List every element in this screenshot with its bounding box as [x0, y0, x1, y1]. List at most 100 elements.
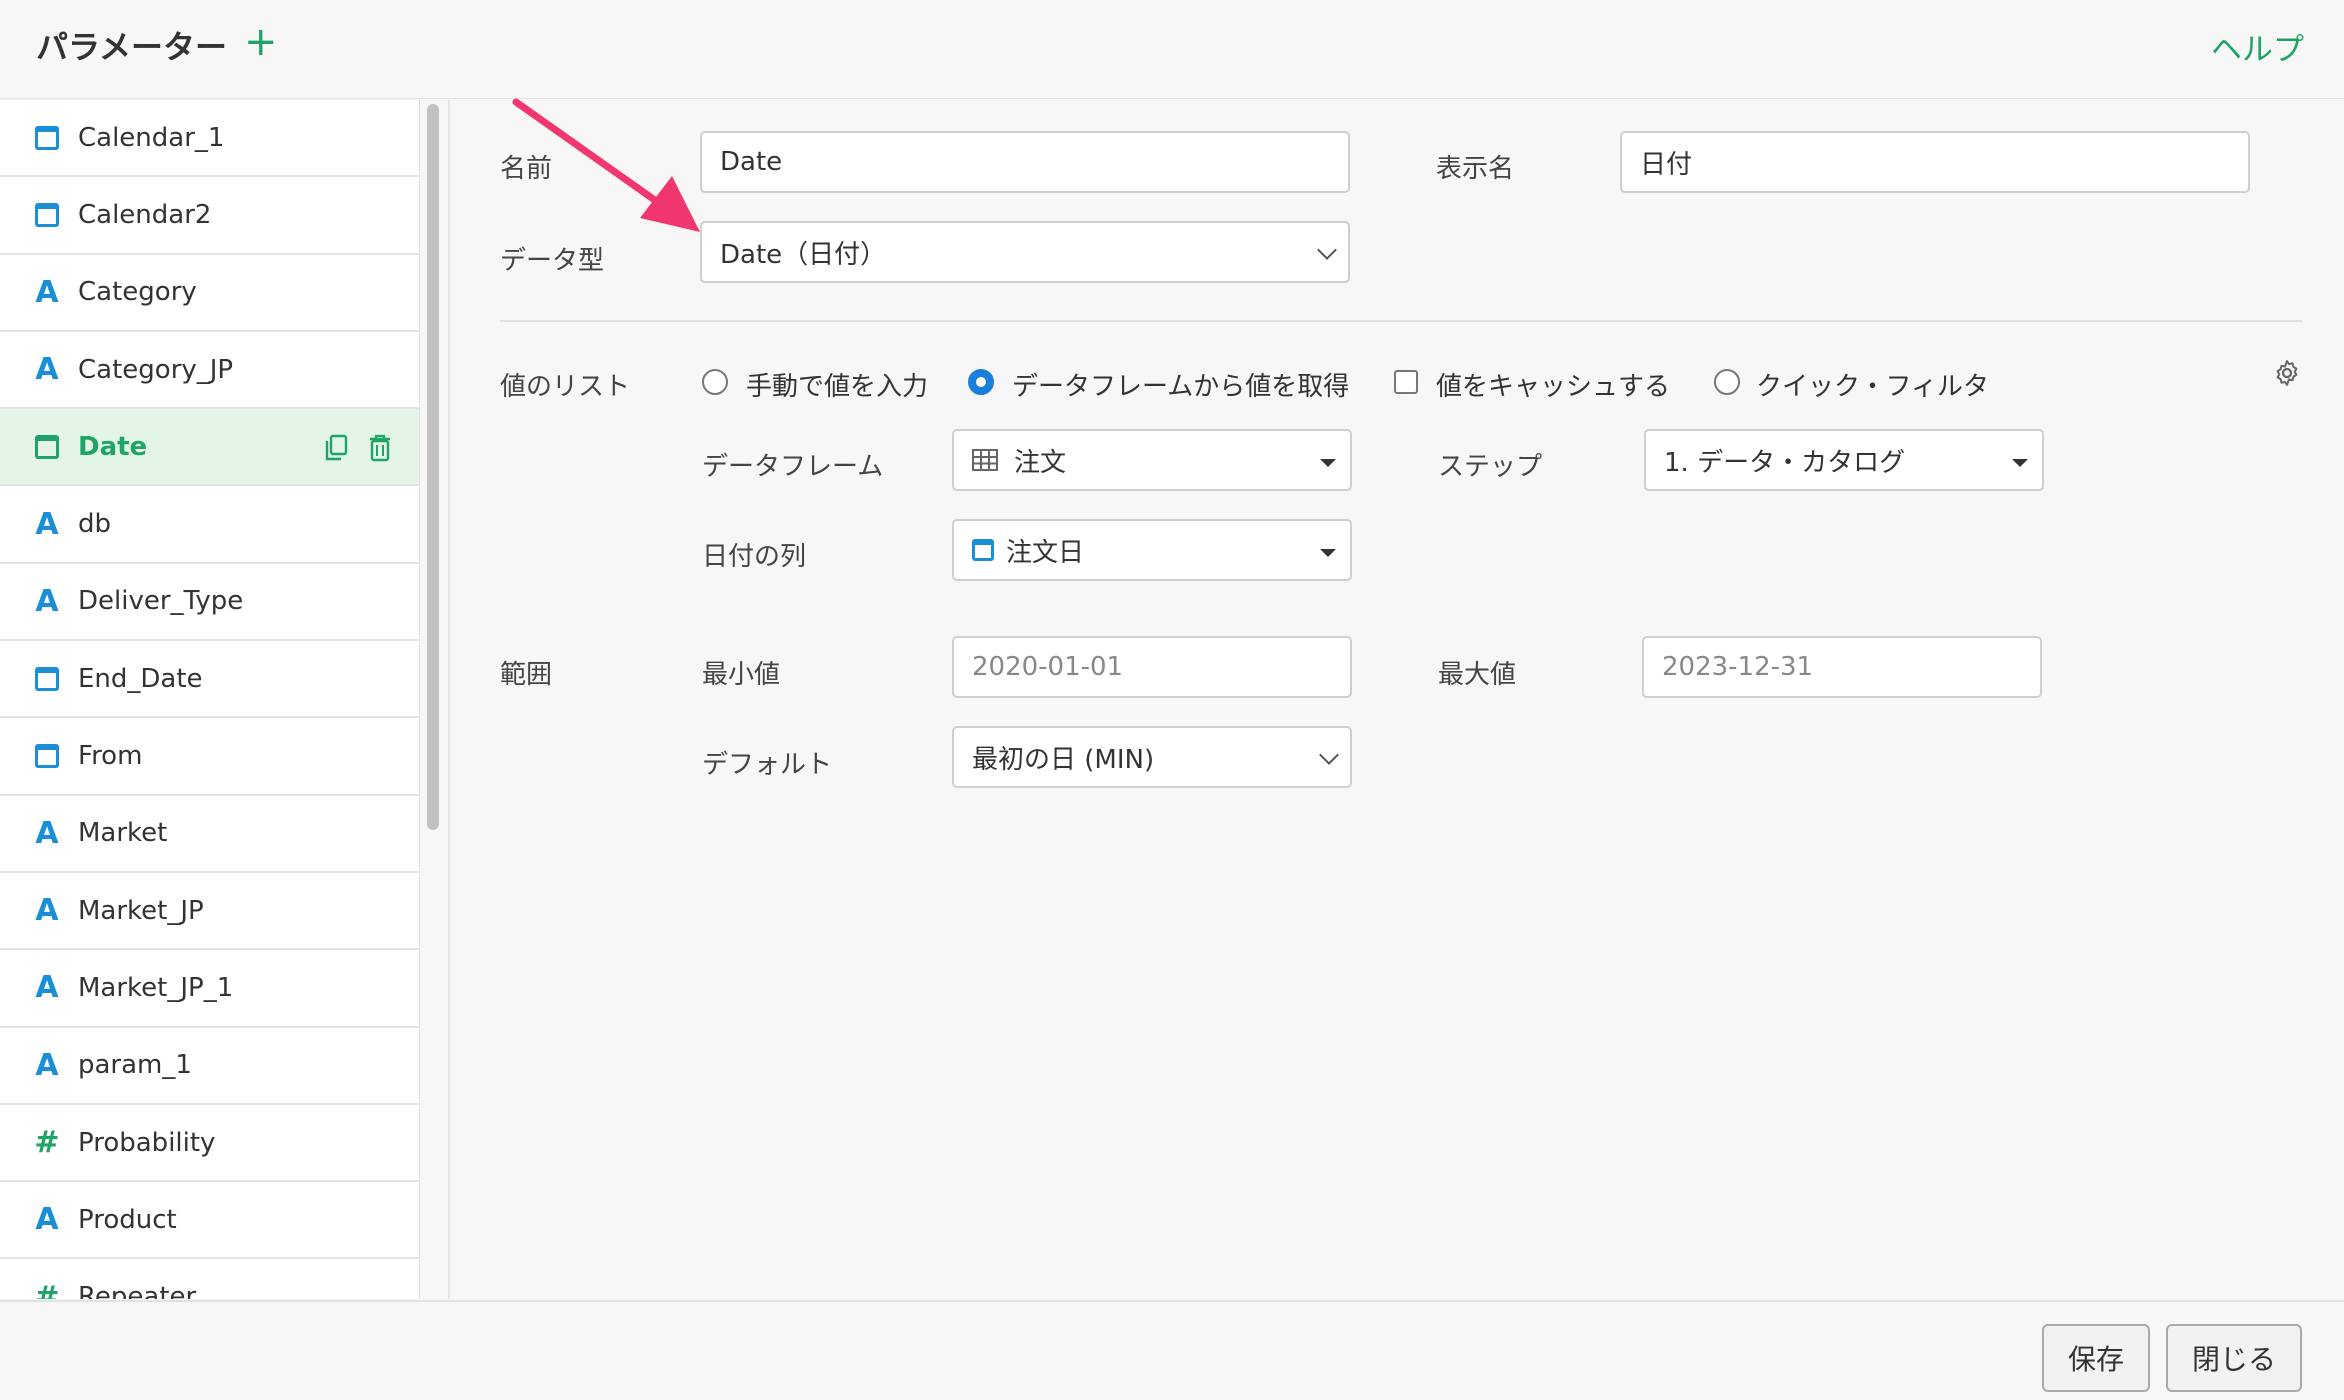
- hash-icon: #: [34, 1279, 60, 1299]
- sidebar-item-label: End_Date: [78, 663, 203, 694]
- item-actions: [323, 433, 393, 463]
- radio-quick-filter[interactable]: [1714, 369, 1740, 395]
- text-type-icon: A: [35, 815, 59, 851]
- sidebar-item[interactable]: From: [0, 718, 419, 796]
- dataframe-select[interactable]: 注文: [952, 429, 1352, 491]
- min-input-value: 2020-01-01: [972, 652, 1124, 682]
- chevron-down-icon: [1317, 240, 1337, 260]
- sidebar-item-label: Repeater: [78, 1282, 197, 1299]
- name-input-value: Date: [720, 147, 783, 177]
- sidebar-item[interactable]: A Deliver_Type: [0, 564, 419, 642]
- radio-manual[interactable]: [702, 369, 728, 395]
- text-type-icon: A: [35, 1202, 59, 1238]
- sidebar-item[interactable]: Calendar2: [0, 177, 419, 255]
- dropdown-triangle-icon: [2012, 459, 2028, 467]
- panel-divider: [448, 100, 450, 1299]
- table-icon: [972, 449, 998, 471]
- sidebar-item[interactable]: A Product: [0, 1182, 419, 1260]
- sidebar-item[interactable]: A Category: [0, 255, 419, 332]
- sidebar-item[interactable]: Calendar_1: [0, 100, 419, 178]
- display-name-input[interactable]: 日付: [1620, 131, 2250, 193]
- scrollbar-thumb[interactable]: [427, 104, 439, 830]
- cache-checkbox[interactable]: [1394, 370, 1418, 394]
- annotation-arrow: [512, 98, 700, 232]
- dropdown-triangle-icon: [1320, 549, 1336, 557]
- sidebar-item-label: Market_JP: [78, 895, 204, 926]
- trash-icon[interactable]: [367, 433, 393, 463]
- sidebar-item-label: Calendar_1: [78, 122, 225, 153]
- text-type-icon: A: [35, 352, 59, 388]
- data-type-label: データ型: [500, 246, 605, 276]
- text-type-icon: A: [35, 274, 59, 310]
- date-column-select-value: 注文日: [1006, 537, 1085, 568]
- dialog-title: パラメーター: [36, 28, 228, 66]
- range-label: 範囲: [500, 660, 553, 690]
- calendar-icon: [35, 125, 59, 150]
- sidebar-item[interactable]: # Probability: [0, 1105, 419, 1183]
- date-column-select[interactable]: 注文日: [952, 519, 1352, 581]
- save-button[interactable]: 保存: [2042, 1324, 2150, 1392]
- sidebar-item-label: Category: [78, 277, 197, 308]
- add-parameter-button[interactable]: +: [244, 18, 278, 66]
- sidebar-item[interactable]: End_Date: [0, 641, 419, 719]
- sidebar-item-label: param_1: [78, 1050, 192, 1081]
- section-divider: [500, 320, 2302, 322]
- default-label: デフォルト: [702, 750, 833, 780]
- copy-icon[interactable]: [323, 433, 349, 463]
- type-icon: [34, 201, 60, 229]
- cache-checkbox-label[interactable]: 値をキャッシュする: [1436, 366, 1670, 403]
- sidebar-item[interactable]: A Market: [0, 796, 419, 873]
- sidebar-item[interactable]: A Market_JP_1: [0, 950, 419, 1028]
- radio-from-dataframe[interactable]: [968, 369, 994, 395]
- chevron-down-icon: [1319, 745, 1339, 765]
- data-type-select[interactable]: Date（日付）: [700, 221, 1350, 283]
- sidebar-item-label: Market_JP_1: [78, 972, 234, 1003]
- type-icon: [34, 665, 60, 693]
- default-select[interactable]: 最初の日 (MIN): [952, 726, 1352, 788]
- gear-icon[interactable]: [2272, 358, 2302, 388]
- sidebar-item-label: Calendar2: [78, 199, 212, 230]
- radio-quick-filter-label[interactable]: クイック・フィルタ: [1756, 366, 1989, 403]
- max-input[interactable]: 2023-12-31: [1642, 636, 2042, 698]
- radio-from-dataframe-label[interactable]: データフレームから値を取得: [1012, 366, 1349, 403]
- help-link[interactable]: ヘルプ: [2211, 24, 2304, 69]
- sidebar-item[interactable]: A Category_JP: [0, 332, 419, 410]
- dialog-header: パラメーター + ヘルプ: [0, 0, 2344, 99]
- dataframe-label: データフレーム: [702, 452, 884, 482]
- calendar-icon: [35, 434, 59, 459]
- dialog-footer: 保存 閉じる: [0, 1300, 2344, 1400]
- radio-manual-label[interactable]: 手動で値を入力: [746, 366, 928, 403]
- sidebar-item[interactable]: Aparam_1: [0, 1028, 419, 1105]
- type-icon: [34, 433, 60, 461]
- sidebar-item-label: Product: [78, 1204, 177, 1235]
- text-type-icon: A: [35, 583, 59, 619]
- step-label: ステップ: [1438, 452, 1543, 482]
- data-type-select-value: Date（日付）: [720, 239, 887, 270]
- default-select-value: 最初の日 (MIN): [972, 744, 1155, 775]
- value-list-label: 値のリスト: [500, 372, 631, 402]
- calendar-icon: [972, 539, 994, 561]
- step-select[interactable]: 1. データ・カタログ: [1644, 429, 2044, 491]
- sidebar-item-label: From: [78, 741, 143, 772]
- sidebar-item-label: Date: [78, 431, 148, 462]
- sidebar-item-label: Category_JP: [78, 354, 234, 385]
- sidebar-item[interactable]: Adb: [0, 486, 419, 564]
- calendar-icon: [35, 666, 59, 691]
- sidebar-item[interactable]: A Market_JP: [0, 873, 419, 951]
- dataframe-select-value: 注文: [1014, 447, 1067, 478]
- sidebar-scrollbar[interactable]: [424, 104, 442, 1294]
- name-input[interactable]: Date: [700, 131, 1350, 193]
- calendar-icon: [35, 744, 59, 769]
- min-input[interactable]: 2020-01-01: [952, 636, 1352, 698]
- sidebar-item-label: Probability: [78, 1127, 216, 1158]
- sidebar-item-label: db: [78, 509, 112, 540]
- text-type-icon: A: [35, 893, 59, 929]
- type-icon: [34, 124, 60, 152]
- max-input-value: 2023-12-31: [1662, 652, 1814, 682]
- sidebar-item[interactable]: # Repeater: [0, 1259, 419, 1299]
- min-label: 最小値: [702, 660, 781, 690]
- sidebar-item[interactable]: Date: [0, 409, 419, 487]
- text-type-icon: A: [35, 1047, 59, 1083]
- step-select-value: 1. データ・カタログ: [1664, 447, 1906, 478]
- close-button[interactable]: 閉じる: [2166, 1324, 2302, 1392]
